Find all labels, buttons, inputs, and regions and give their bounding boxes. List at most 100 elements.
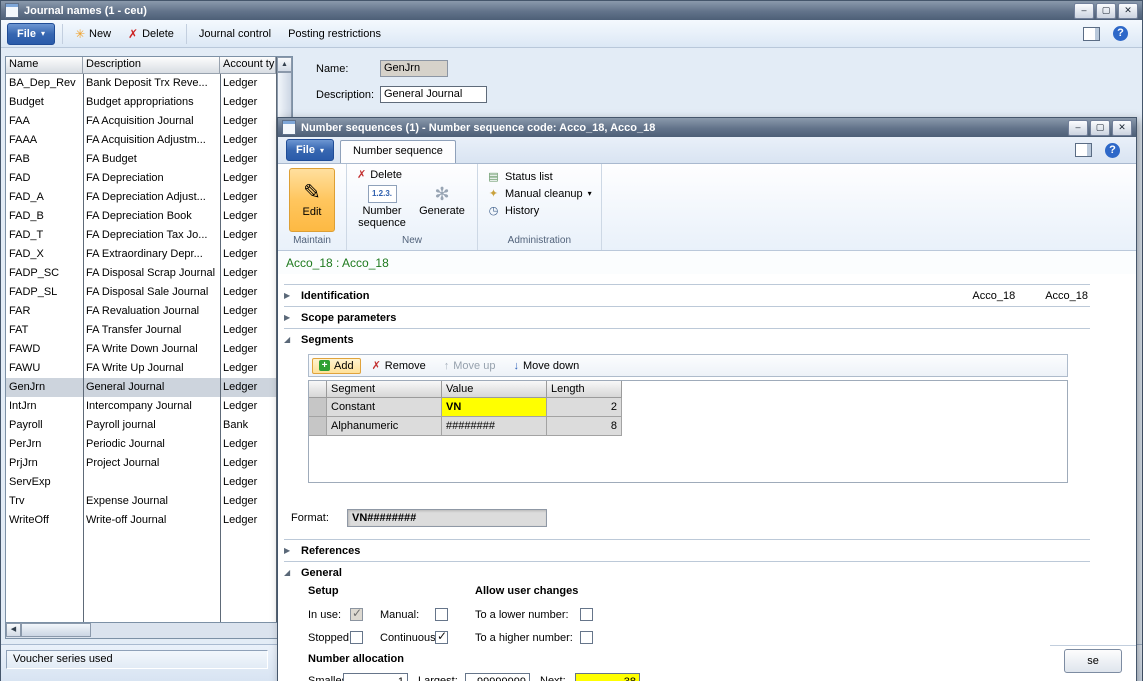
table-row[interactable]: Constant VN 2 bbox=[309, 398, 1067, 417]
column-header-segment[interactable]: Segment bbox=[327, 381, 442, 398]
scrollbar-thumb[interactable] bbox=[21, 623, 91, 637]
tab-number-sequence[interactable]: Number sequence bbox=[340, 140, 456, 163]
table-row[interactable]: Trv Expense Journal Ledger bbox=[6, 492, 276, 511]
add-button[interactable]: + Add bbox=[312, 358, 361, 374]
scroll-up-icon[interactable]: ▲ bbox=[277, 57, 292, 72]
cell-description: FA Depreciation bbox=[83, 169, 220, 188]
column-header-description[interactable]: Description bbox=[83, 57, 220, 74]
table-row[interactable]: PrjJrn Project Journal Ledger bbox=[6, 454, 276, 473]
journal-control-button[interactable]: Journal control bbox=[194, 26, 276, 42]
cell-description: FA Budget bbox=[83, 150, 220, 169]
table-row[interactable]: FAD_T FA Depreciation Tax Jo... Ledger bbox=[6, 226, 276, 245]
cell-value: ######## bbox=[442, 417, 547, 436]
delete-button[interactable]: ✗ Delete bbox=[123, 25, 179, 43]
separator bbox=[62, 24, 63, 44]
to-lower-checkbox[interactable] bbox=[580, 608, 593, 621]
section-scope-parameters[interactable]: ▶ Scope parameters bbox=[284, 306, 1090, 328]
largest-field[interactable]: 99999999 bbox=[465, 673, 530, 681]
smallest-field[interactable]: 1 bbox=[343, 673, 408, 681]
cell-description: Intercompany Journal bbox=[83, 397, 220, 416]
layout-icon[interactable] bbox=[1083, 27, 1100, 41]
table-row[interactable]: ServExp Ledger bbox=[6, 473, 276, 492]
segments-grid-body: Constant VN 2 Alphanumeric ######## 8 bbox=[309, 398, 1067, 436]
new-button[interactable]: ✳ New bbox=[70, 25, 116, 43]
journal-titlebar[interactable]: Journal names (1 - ceu) – ▢ ✕ bbox=[1, 1, 1142, 20]
name-field[interactable]: GenJrn bbox=[380, 60, 448, 77]
close-window-button[interactable]: ✕ bbox=[1112, 120, 1132, 136]
cell-account-type: Ledger bbox=[220, 492, 276, 511]
table-row[interactable]: FAA FA Acquisition Journal Ledger bbox=[6, 112, 276, 131]
remove-button[interactable]: ✗ Remove bbox=[365, 357, 433, 374]
table-row[interactable]: PerJrn Periodic Journal Ledger bbox=[6, 435, 276, 454]
status-list-button[interactable]: ▤ Status list bbox=[483, 169, 557, 184]
table-row[interactable]: FAD_B FA Depreciation Book Ledger bbox=[6, 207, 276, 226]
table-row[interactable]: Payroll Payroll journal Bank bbox=[6, 416, 276, 435]
close-window-button[interactable]: ✕ bbox=[1118, 3, 1138, 19]
column-header-name[interactable]: Name bbox=[6, 57, 83, 74]
table-row[interactable]: Budget Budget appropriations Ledger bbox=[6, 93, 276, 112]
table-row[interactable]: FAD_A FA Depreciation Adjust... Ledger bbox=[6, 188, 276, 207]
number-sequence-button[interactable]: 1.2.3. Number sequence bbox=[352, 183, 412, 229]
history-button[interactable]: ◷ History bbox=[483, 203, 543, 218]
cell-name: PrjJrn bbox=[6, 454, 83, 473]
continuous-checkbox[interactable] bbox=[435, 631, 448, 644]
table-row[interactable]: FAWD FA Write Down Journal Ledger bbox=[6, 340, 276, 359]
table-row[interactable]: IntJrn Intercompany Journal Ledger bbox=[6, 397, 276, 416]
manual-cleanup-button[interactable]: ✦ Manual cleanup ▾ bbox=[483, 186, 596, 201]
to-higher-checkbox[interactable] bbox=[580, 631, 593, 644]
table-row[interactable]: FAT FA Transfer Journal Ledger bbox=[6, 321, 276, 340]
table-row[interactable]: Alphanumeric ######## 8 bbox=[309, 417, 1067, 436]
maximize-button[interactable]: ▢ bbox=[1096, 3, 1116, 19]
table-row[interactable]: GenJrn General Journal Ledger bbox=[6, 378, 276, 397]
section-identification[interactable]: ▶ Identification Acco_18 Acco_18 bbox=[284, 284, 1090, 306]
minimize-button[interactable]: – bbox=[1074, 3, 1094, 19]
move-down-button[interactable]: ↓ Move down bbox=[506, 358, 586, 374]
table-row[interactable]: FADP_SL FA Disposal Sale Journal Ledger bbox=[6, 283, 276, 302]
generate-button[interactable]: ✻ Generate bbox=[412, 183, 472, 229]
table-row[interactable]: FAR FA Revaluation Journal Ledger bbox=[6, 302, 276, 321]
column-header-value[interactable]: Value bbox=[442, 381, 547, 398]
table-row[interactable]: FAAA FA Acquisition Adjustm... Ledger bbox=[6, 131, 276, 150]
journal-grid-body: BA_Dep_Rev Bank Deposit Trx Reve... Ledg… bbox=[6, 74, 276, 622]
horizontal-scrollbar[interactable]: ◀ ▶ bbox=[5, 623, 293, 639]
minimize-button[interactable]: – bbox=[1068, 120, 1088, 136]
scroll-left-icon[interactable]: ◀ bbox=[6, 623, 21, 637]
help-icon[interactable]: ? bbox=[1113, 26, 1128, 41]
section-references[interactable]: ▶ References bbox=[284, 539, 1090, 561]
cell-account-type: Ledger bbox=[220, 511, 276, 530]
cell-name: FAD_T bbox=[6, 226, 83, 245]
layout-icon[interactable] bbox=[1075, 143, 1092, 157]
close-button[interactable]: se bbox=[1064, 649, 1122, 673]
add-icon: + bbox=[319, 360, 330, 371]
table-row[interactable]: FAB FA Budget Ledger bbox=[6, 150, 276, 169]
posting-restrictions-button[interactable]: Posting restrictions bbox=[283, 26, 386, 42]
maximize-button[interactable]: ▢ bbox=[1090, 120, 1110, 136]
section-segments[interactable]: ◢ Segments bbox=[284, 328, 1090, 350]
description-field[interactable]: General Journal bbox=[380, 86, 487, 103]
cell-description: FA Revaluation Journal bbox=[83, 302, 220, 321]
table-row[interactable]: FAWU FA Write Up Journal Ledger bbox=[6, 359, 276, 378]
column-header-account-type[interactable]: Account type bbox=[220, 57, 276, 74]
file-menu-button[interactable]: File ▾ bbox=[7, 23, 55, 45]
table-row[interactable]: FADP_SC FA Disposal Scrap Journal Ledger bbox=[6, 264, 276, 283]
cell-description: FA Disposal Sale Journal bbox=[83, 283, 220, 302]
table-row[interactable]: WriteOff Write-off Journal Ledger bbox=[6, 511, 276, 530]
table-row[interactable]: BA_Dep_Rev Bank Deposit Trx Reve... Ledg… bbox=[6, 74, 276, 93]
column-header-length[interactable]: Length bbox=[547, 381, 622, 398]
help-icon[interactable]: ? bbox=[1105, 143, 1120, 158]
cell-name: ServExp bbox=[6, 473, 83, 492]
cell-account-type: Ledger bbox=[220, 435, 276, 454]
next-field[interactable]: 38 bbox=[575, 673, 640, 681]
manual-checkbox[interactable] bbox=[435, 608, 448, 621]
table-row[interactable]: FAD FA Depreciation Ledger bbox=[6, 169, 276, 188]
format-field[interactable]: VN######## bbox=[347, 509, 547, 527]
move-up-button[interactable]: ↑ Move up bbox=[437, 358, 503, 374]
table-row[interactable]: FAD_X FA Extraordinary Depr... Ledger bbox=[6, 245, 276, 264]
delete-button[interactable]: ✗ Delete bbox=[352, 166, 407, 183]
in-use-checkbox[interactable] bbox=[350, 608, 363, 621]
file-menu-button[interactable]: File ▾ bbox=[286, 139, 334, 161]
stopped-checkbox[interactable] bbox=[350, 631, 363, 644]
section-general[interactable]: ◢ General bbox=[284, 561, 1090, 583]
edit-button[interactable]: ✎ Edit bbox=[289, 168, 335, 232]
dialog-titlebar[interactable]: Number sequences (1) - Number sequence c… bbox=[278, 118, 1136, 137]
